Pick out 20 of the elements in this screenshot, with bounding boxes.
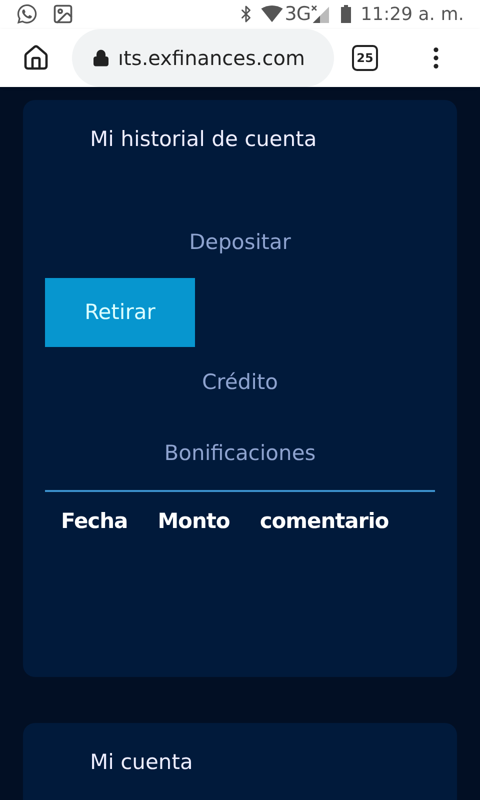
lock-icon	[92, 48, 110, 66]
address-bar[interactable]: ıts.exfinances.com	[72, 28, 334, 86]
battery-icon	[340, 5, 351, 24]
tab-count-button[interactable]: 25	[352, 44, 378, 70]
tab[interactable]: Crédito	[45, 347, 435, 418]
column-header: Monto	[158, 508, 230, 535]
column-header: Fecha	[61, 508, 128, 535]
signal-icon	[310, 5, 329, 24]
card-title: Mi cuenta	[90, 750, 193, 774]
data-saver-icon	[260, 5, 283, 24]
clock: 11:29 a. m.	[360, 2, 464, 27]
chat-bubble-icon	[16, 3, 38, 26]
image-icon	[52, 3, 74, 26]
tab[interactable]: Bonificaciones	[45, 418, 435, 489]
url-text: ıts.exfinances.com	[118, 44, 305, 72]
column-header: comentario	[260, 508, 389, 535]
network-type: 3G	[284, 2, 311, 27]
card-title: Mi historial de cuenta	[90, 126, 317, 152]
home-icon[interactable]	[22, 44, 50, 72]
tab[interactable]: Depositar	[45, 207, 435, 278]
